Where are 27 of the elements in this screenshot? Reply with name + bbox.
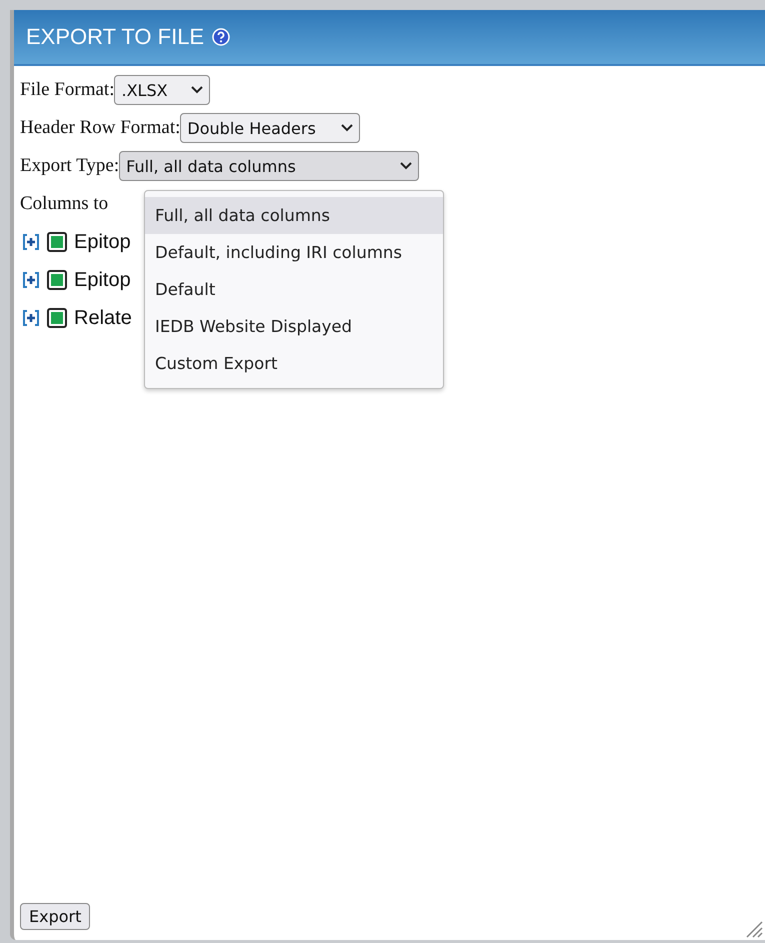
- dropdown-option[interactable]: IEDB Website Displayed: [145, 308, 443, 345]
- expand-icon[interactable]: [22, 233, 40, 251]
- field-label: Export Type:: [20, 155, 120, 177]
- expand-icon[interactable]: [22, 309, 40, 327]
- column-group-label: Relate: [74, 306, 132, 330]
- column-group-label: Epitop: [74, 230, 131, 254]
- caret-icon: [400, 162, 412, 170]
- checkbox[interactable]: [47, 270, 67, 290]
- dropdown-option[interactable]: Custom Export: [145, 345, 443, 382]
- caret-icon: [191, 86, 204, 94]
- help-icon[interactable]: [212, 28, 230, 46]
- checkbox[interactable]: [47, 232, 67, 252]
- columns-label: Columns to: [20, 193, 108, 215]
- column-group-label: Epitop: [74, 268, 131, 292]
- checkbox[interactable]: [47, 308, 67, 328]
- dropdown-option[interactable]: Default: [145, 271, 443, 308]
- caret-icon: [341, 124, 354, 132]
- export-button[interactable]: Export: [20, 903, 90, 930]
- field-label: Header Row Format:: [20, 117, 180, 139]
- dropdown-select[interactable]: Double Headers: [180, 113, 360, 143]
- dropdown-select[interactable]: .XLSX: [114, 75, 210, 105]
- dropdown-option[interactable]: Full, all data columns: [145, 197, 443, 234]
- dropdown-option[interactable]: Default, including IRI columns: [145, 234, 443, 271]
- dialog-title: EXPORT TO FILE: [26, 24, 204, 50]
- expand-icon[interactable]: [22, 271, 40, 289]
- field-label: File Format:: [20, 79, 114, 101]
- dropdown-select[interactable]: Full, all data columns: [119, 151, 420, 181]
